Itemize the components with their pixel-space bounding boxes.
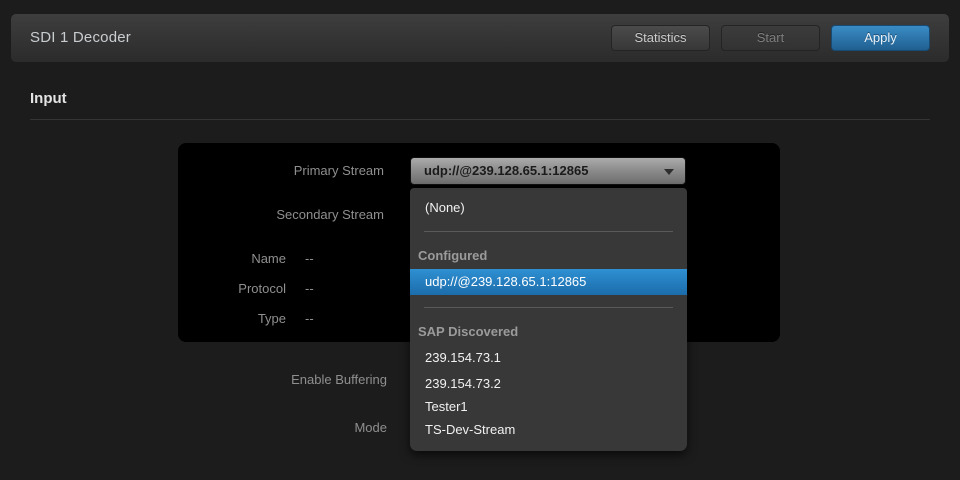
dropdown-group-sap-discovered: SAP Discovered bbox=[410, 312, 687, 345]
primary-stream-dropdown-menu: (None) Configured udp://@239.128.65.1:12… bbox=[410, 188, 687, 451]
input-section-title: Input bbox=[30, 90, 67, 107]
dropdown-option-configured-stream[interactable]: udp://@239.128.65.1:12865 bbox=[410, 269, 687, 295]
header-buttons: Statistics Start Apply bbox=[611, 25, 930, 51]
start-button[interactable]: Start bbox=[721, 25, 820, 51]
apply-button[interactable]: Apply bbox=[831, 25, 930, 51]
name-label: Name bbox=[178, 247, 286, 271]
protocol-value: -- bbox=[305, 277, 385, 301]
dropdown-option-sap-2[interactable]: 239.154.73.2 bbox=[410, 371, 687, 397]
protocol-label: Protocol bbox=[178, 277, 286, 301]
dropdown-option-sap-4[interactable]: TS-Dev-Stream bbox=[410, 417, 687, 443]
dropdown-separator bbox=[424, 307, 673, 308]
primary-stream-label: Primary Stream bbox=[178, 157, 384, 185]
secondary-stream-label: Secondary Stream bbox=[178, 201, 384, 229]
page-title: SDI 1 Decoder bbox=[30, 14, 131, 62]
section-divider bbox=[30, 119, 930, 120]
primary-stream-select[interactable]: udp://@239.128.65.1:12865 bbox=[410, 157, 686, 185]
dropdown-separator bbox=[424, 231, 673, 232]
type-label: Type bbox=[178, 307, 286, 331]
statistics-button[interactable]: Statistics bbox=[611, 25, 710, 51]
page-header: SDI 1 Decoder Statistics Start Apply bbox=[11, 14, 949, 62]
dropdown-option-sap-1[interactable]: 239.154.73.1 bbox=[410, 345, 687, 371]
dropdown-group-configured: Configured bbox=[410, 236, 687, 269]
type-value: -- bbox=[305, 307, 385, 331]
primary-stream-select-value: udp://@239.128.65.1:12865 bbox=[424, 158, 588, 184]
chevron-down-icon bbox=[664, 169, 674, 175]
name-value: -- bbox=[305, 247, 385, 271]
enable-buffering-label: Enable Buffering bbox=[178, 368, 387, 392]
dropdown-option-none[interactable]: (None) bbox=[410, 195, 687, 221]
dropdown-option-sap-3[interactable]: Tester1 bbox=[410, 397, 687, 417]
mode-label: Mode bbox=[178, 416, 387, 440]
